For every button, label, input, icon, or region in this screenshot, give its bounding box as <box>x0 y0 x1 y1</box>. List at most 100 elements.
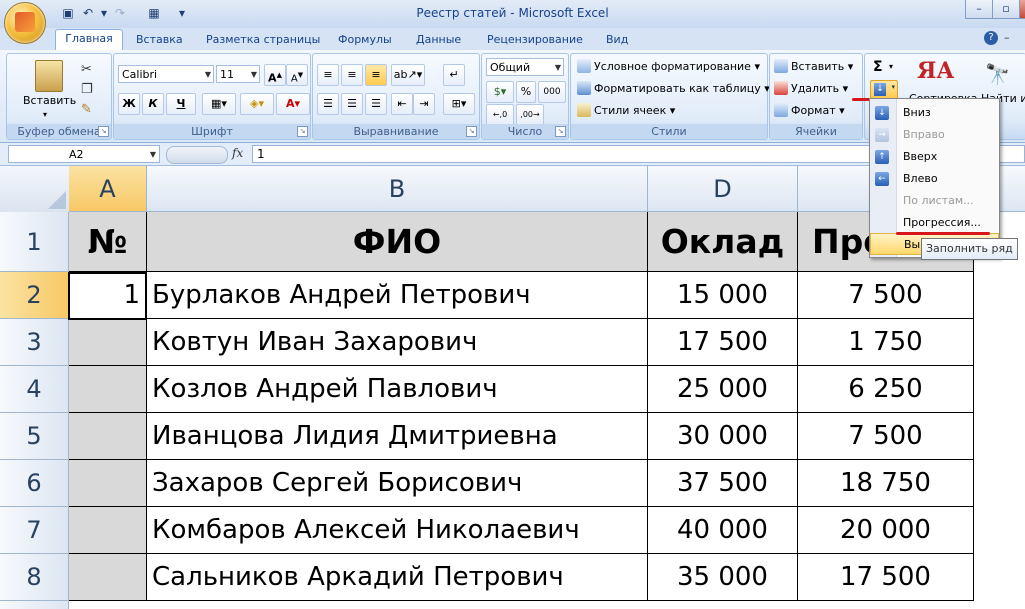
row-header-7[interactable]: 7 <box>0 507 69 554</box>
number-format-combo[interactable]: Общий ▼ <box>486 58 564 76</box>
fill-color-button[interactable]: ◈▾ <box>240 93 274 115</box>
menu-item-down[interactable]: ↓ Вниз <box>870 102 999 124</box>
paste-dropdown-icon[interactable]: ▾ <box>43 106 47 124</box>
cell-b2[interactable]: Бурлаков Андрей Петрович <box>147 272 648 319</box>
cell-a3[interactable] <box>69 319 147 366</box>
tab-review[interactable]: Рецензирование <box>487 31 583 49</box>
maximize-button[interactable]: ▫ <box>992 0 1020 19</box>
insert-cells-button[interactable]: Вставить ▾ <box>774 58 853 76</box>
tab-data[interactable]: Данные <box>416 31 461 49</box>
clipboard-launcher-icon[interactable]: ↘ <box>98 126 109 137</box>
bold-button[interactable]: Ж <box>118 93 140 115</box>
font-name-combo[interactable]: Calibri ▼ <box>118 65 214 83</box>
align-bottom-button[interactable]: ≡ <box>365 64 387 86</box>
format-as-table-button[interactable]: Форматировать как таблицу ▾ <box>577 80 770 98</box>
menu-item-up[interactable]: ↑ Вверх <box>870 146 999 168</box>
number-launcher-icon[interactable]: ↘ <box>555 126 566 137</box>
cell-a2[interactable]: 1 <box>69 272 147 319</box>
thousands-button[interactable]: 000 <box>538 81 566 103</box>
decrease-decimal-button[interactable]: ,00→ <box>516 104 544 126</box>
align-center-button[interactable]: ☰ <box>341 93 363 115</box>
shrink-font-button[interactable]: A▼ <box>286 64 308 86</box>
ribbon-minimize-icon[interactable]: – <box>1004 31 1010 44</box>
cell-b1[interactable]: ФИО <box>147 212 648 272</box>
cell-d2[interactable]: 15 000 <box>648 272 798 319</box>
menu-item-across-sheets[interactable]: По листам... <box>870 190 999 212</box>
column-header-a[interactable]: A <box>69 166 147 212</box>
cell-a4[interactable] <box>69 366 147 413</box>
align-top-button[interactable]: ≡ <box>317 64 339 86</box>
cell-d3[interactable]: 17 500 <box>648 319 798 366</box>
select-all-corner[interactable] <box>0 166 70 213</box>
cell-d4[interactable]: 25 000 <box>648 366 798 413</box>
fill-button[interactable]: ↓ ▾ <box>870 80 898 100</box>
align-middle-button[interactable]: ≡ <box>341 64 363 86</box>
merge-center-button[interactable]: ⊞▾ <box>443 93 475 115</box>
borders-button[interactable]: ▦▾ <box>202 93 236 115</box>
percent-button[interactable]: % <box>516 81 536 103</box>
column-header-d[interactable]: D <box>648 166 798 212</box>
cell-b7[interactable]: Комбаров Алексей Николаевич <box>147 507 648 554</box>
copy-icon[interactable]: ❐ <box>81 82 93 97</box>
cell-e6[interactable]: 18 750 <box>798 460 974 507</box>
cut-icon[interactable]: ✂ <box>81 62 92 77</box>
tab-page-layout[interactable]: Разметка страницы <box>206 31 320 49</box>
menu-item-right[interactable]: → Вправо <box>870 124 999 146</box>
cell-e5[interactable]: 7 500 <box>798 413 974 460</box>
row-header-8[interactable]: 8 <box>0 554 69 601</box>
help-icon[interactable]: ? <box>984 31 998 45</box>
cell-e4[interactable]: 6 250 <box>798 366 974 413</box>
cell-e2[interactable]: 7 500 <box>798 272 974 319</box>
tab-view[interactable]: Вид <box>606 31 628 49</box>
italic-button[interactable]: К <box>142 93 164 115</box>
cell-e8[interactable]: 17 500 <box>798 554 974 601</box>
cell-a5[interactable] <box>69 413 147 460</box>
font-color-button[interactable]: A▾ <box>276 93 310 115</box>
font-size-combo[interactable]: 11 ▼ <box>216 65 260 83</box>
menu-item-series[interactable]: Прогрессия... <box>870 212 999 234</box>
cell-a1[interactable]: № <box>69 212 147 272</box>
tab-formulas[interactable]: Формулы <box>338 31 392 49</box>
row-header-9[interactable] <box>0 601 69 609</box>
cell-d6[interactable]: 37 500 <box>648 460 798 507</box>
formula-bar-resize-handle[interactable] <box>166 146 228 164</box>
name-box[interactable]: A2 ▼ <box>8 145 160 163</box>
cell-styles-button[interactable]: Стили ячеек ▾ <box>577 102 675 120</box>
autosum-button[interactable]: Σ <box>873 58 883 76</box>
menu-item-left[interactable]: ← Влево <box>870 168 999 190</box>
increase-indent-button[interactable]: ⇥ <box>413 93 435 115</box>
autosum-dropdown-icon[interactable]: ▾ <box>889 58 893 76</box>
tab-insert[interactable]: Вставка <box>136 31 183 49</box>
align-right-button[interactable]: ☰ <box>365 93 387 115</box>
cell-b8[interactable]: Сальников Аркадий Петрович <box>147 554 648 601</box>
font-launcher-icon[interactable]: ↘ <box>297 126 308 137</box>
cell-d7[interactable]: 40 000 <box>648 507 798 554</box>
cell-a7[interactable] <box>69 507 147 554</box>
row-header-1[interactable]: 1 <box>0 212 69 272</box>
office-button[interactable] <box>4 2 46 44</box>
increase-decimal-button[interactable]: ←,0 <box>486 104 514 126</box>
row-header-5[interactable]: 5 <box>0 413 69 460</box>
cell-b6[interactable]: Захаров Сергей Борисович <box>147 460 648 507</box>
close-button[interactable]: ✕ <box>1019 0 1025 19</box>
cell-a6[interactable] <box>69 460 147 507</box>
format-painter-icon[interactable]: ✎ <box>81 102 92 117</box>
row-header-2[interactable]: 2 <box>0 272 69 319</box>
underline-button[interactable]: Ч <box>166 93 196 115</box>
cell-a8[interactable] <box>69 554 147 601</box>
alignment-launcher-icon[interactable]: ↘ <box>466 126 477 137</box>
cell-b5[interactable]: Иванцова Лидия Дмитриевна <box>147 413 648 460</box>
sort-filter-icon[interactable]: ЯА <box>917 58 954 84</box>
decrease-indent-button[interactable]: ⇤ <box>391 93 413 115</box>
tab-home[interactable]: Главная <box>55 29 123 51</box>
cell-e7[interactable]: 20 000 <box>798 507 974 554</box>
row-header-3[interactable]: 3 <box>0 319 69 366</box>
cell-e3[interactable]: 1 750 <box>798 319 974 366</box>
row-header-6[interactable]: 6 <box>0 460 69 507</box>
paste-button[interactable]: Вставить <box>23 92 76 110</box>
delete-cells-button[interactable]: Удалить ▾ <box>774 80 848 98</box>
cell-b4[interactable]: Козлов Андрей Павлович <box>147 366 648 413</box>
column-header-b[interactable]: B <box>147 166 648 212</box>
conditional-formatting-button[interactable]: Условное форматирование ▾ <box>577 58 760 76</box>
align-left-button[interactable]: ☰ <box>317 93 339 115</box>
